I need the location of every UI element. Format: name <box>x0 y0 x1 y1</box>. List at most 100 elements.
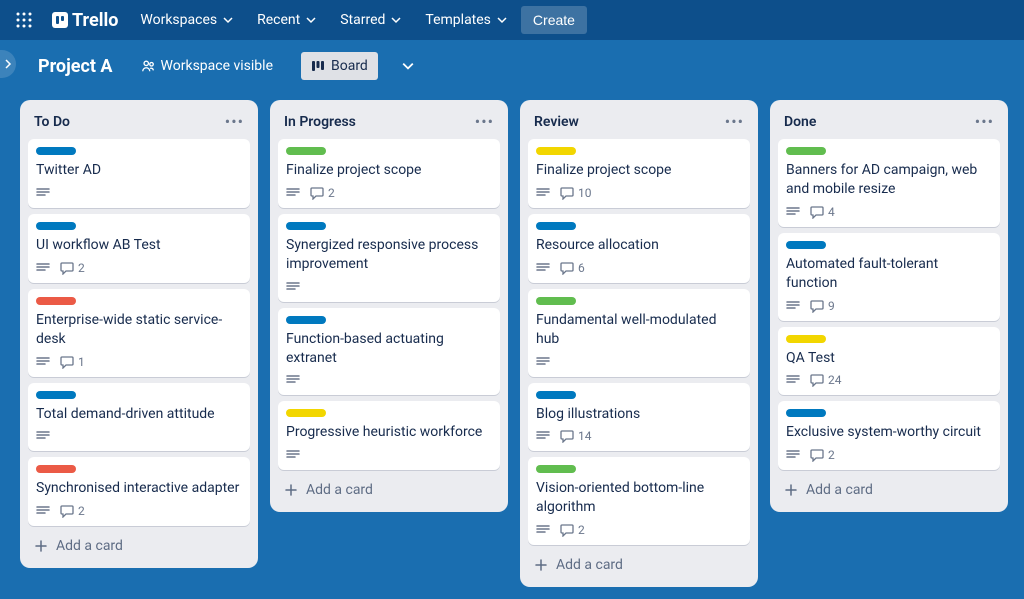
card-label[interactable] <box>536 222 576 230</box>
card-label[interactable] <box>286 409 326 417</box>
list-menu-button[interactable]: ••• <box>225 112 244 131</box>
list-title[interactable]: Done <box>784 114 816 130</box>
card[interactable]: Twitter AD <box>28 139 250 208</box>
card-label[interactable] <box>36 391 76 399</box>
card-label[interactable] <box>536 391 576 399</box>
workspace-visibility-button[interactable]: Workspace visible <box>131 52 283 80</box>
create-button[interactable]: Create <box>521 6 587 34</box>
card-label[interactable] <box>36 147 76 155</box>
card-label[interactable] <box>786 335 826 343</box>
nav-starred[interactable]: Starred <box>330 6 411 34</box>
comments-count: 6 <box>578 261 585 275</box>
card[interactable]: UI workflow AB Test 2 <box>28 214 250 283</box>
board-canvas[interactable]: To Do ••• Twitter AD UI workflow AB Test 2 En… <box>0 92 1024 595</box>
list-header: Review ••• <box>528 108 750 133</box>
add-card-button[interactable]: Add a card <box>778 476 1000 504</box>
card[interactable]: Banners for AD campaign, web and mobile … <box>778 139 1000 227</box>
card[interactable]: QA Test 24 <box>778 327 1000 396</box>
add-card-label: Add a card <box>56 538 123 554</box>
card[interactable]: Automated fault-tolerant function9 <box>778 233 1000 321</box>
list-header: In Progress ••• <box>278 108 500 133</box>
list-menu-button[interactable]: ••• <box>975 112 994 131</box>
apps-icon[interactable] <box>8 4 40 36</box>
top-nav: Trello Workspaces Recent Starred Templat… <box>0 0 1024 40</box>
comments-count: 1 <box>78 355 85 369</box>
card-badges <box>286 373 492 387</box>
card[interactable]: Progressive heuristic workforce <box>278 401 500 470</box>
people-icon <box>141 59 155 73</box>
card-label[interactable] <box>286 147 326 155</box>
list-title[interactable]: Review <box>534 114 579 130</box>
card[interactable]: Function-based actuating extranet <box>278 308 500 396</box>
list-menu-button[interactable]: ••• <box>475 112 494 131</box>
list-title[interactable]: In Progress <box>284 114 356 130</box>
add-card-button[interactable]: Add a card <box>28 532 250 560</box>
card-label[interactable] <box>786 147 826 155</box>
expand-sidebar-button[interactable] <box>0 50 16 78</box>
description-badge <box>786 448 800 462</box>
card-label[interactable] <box>786 241 826 249</box>
card-label[interactable] <box>786 409 826 417</box>
card[interactable]: Blog illustrations14 <box>528 383 750 452</box>
nav-workspaces[interactable]: Workspaces <box>130 6 243 34</box>
card[interactable]: Exclusive system-worthy circuit 2 <box>778 401 1000 470</box>
comments-count: 14 <box>578 429 592 443</box>
card-badges: 2 <box>786 448 992 462</box>
board-title[interactable]: Project A <box>38 56 113 77</box>
card-title: UI workflow AB Test <box>36 236 242 255</box>
comments-badge: 2 <box>810 448 835 462</box>
nav-templates[interactable]: Templates <box>415 6 517 34</box>
card-badges <box>286 280 492 294</box>
card-badges: 9 <box>786 299 992 313</box>
card[interactable]: Fundamental well-modulated hub <box>528 289 750 377</box>
add-card-button[interactable]: Add a card <box>278 476 500 504</box>
description-icon <box>36 429 50 443</box>
card-label[interactable] <box>286 316 326 324</box>
description-badge <box>36 504 50 518</box>
card-title: Vision-oriented bottom-line algorithm <box>536 479 742 517</box>
card-badges: 10 <box>536 186 742 200</box>
card[interactable]: Finalize project scope2 <box>278 139 500 208</box>
card-label[interactable] <box>36 297 76 305</box>
chevron-down-icon <box>497 15 507 25</box>
card-title: QA Test <box>786 349 992 368</box>
card[interactable]: Synergized responsive process improvemen… <box>278 214 500 302</box>
list-title[interactable]: To Do <box>34 114 70 130</box>
view-switcher-button[interactable] <box>396 54 420 78</box>
description-badge <box>536 355 550 369</box>
card-title: Exclusive system-worthy circuit <box>786 423 992 442</box>
card[interactable]: Total demand-driven attitude <box>28 383 250 452</box>
brand-logo[interactable]: Trello <box>44 10 126 31</box>
nav-recent[interactable]: Recent <box>247 6 326 34</box>
card[interactable]: Enterprise-wide static service-desk1 <box>28 289 250 377</box>
comments-count: 2 <box>78 261 85 275</box>
card-badges: 2 <box>286 186 492 200</box>
card-label[interactable] <box>36 465 76 473</box>
list: Done ••• Banners for AD campaign, web and … <box>770 100 1008 512</box>
card[interactable]: Resource allocation6 <box>528 214 750 283</box>
card-label[interactable] <box>536 297 576 305</box>
board-view-label: Board <box>331 58 368 74</box>
comments-count: 10 <box>578 186 592 200</box>
comments-badge: 14 <box>560 429 592 443</box>
comments-badge: 2 <box>60 504 85 518</box>
card[interactable]: Synchronised interactive adapter2 <box>28 457 250 526</box>
description-badge <box>286 186 300 200</box>
board-view-button[interactable]: Board <box>301 52 378 80</box>
card-badges: 14 <box>536 429 742 443</box>
comments-count: 24 <box>828 373 842 387</box>
add-card-button[interactable]: Add a card <box>528 551 750 579</box>
list-menu-button[interactable]: ••• <box>725 112 744 131</box>
card-label[interactable] <box>36 222 76 230</box>
comment-icon <box>560 523 574 537</box>
list-header: To Do ••• <box>28 108 250 133</box>
card[interactable]: Finalize project scope10 <box>528 139 750 208</box>
card[interactable]: Vision-oriented bottom-line algorithm 2 <box>528 457 750 545</box>
comments-badge: 2 <box>560 523 585 537</box>
comments-badge: 6 <box>560 261 585 275</box>
card-label[interactable] <box>536 465 576 473</box>
comment-icon <box>810 299 824 313</box>
chevron-down-icon <box>306 15 316 25</box>
card-label[interactable] <box>286 222 326 230</box>
card-label[interactable] <box>536 147 576 155</box>
